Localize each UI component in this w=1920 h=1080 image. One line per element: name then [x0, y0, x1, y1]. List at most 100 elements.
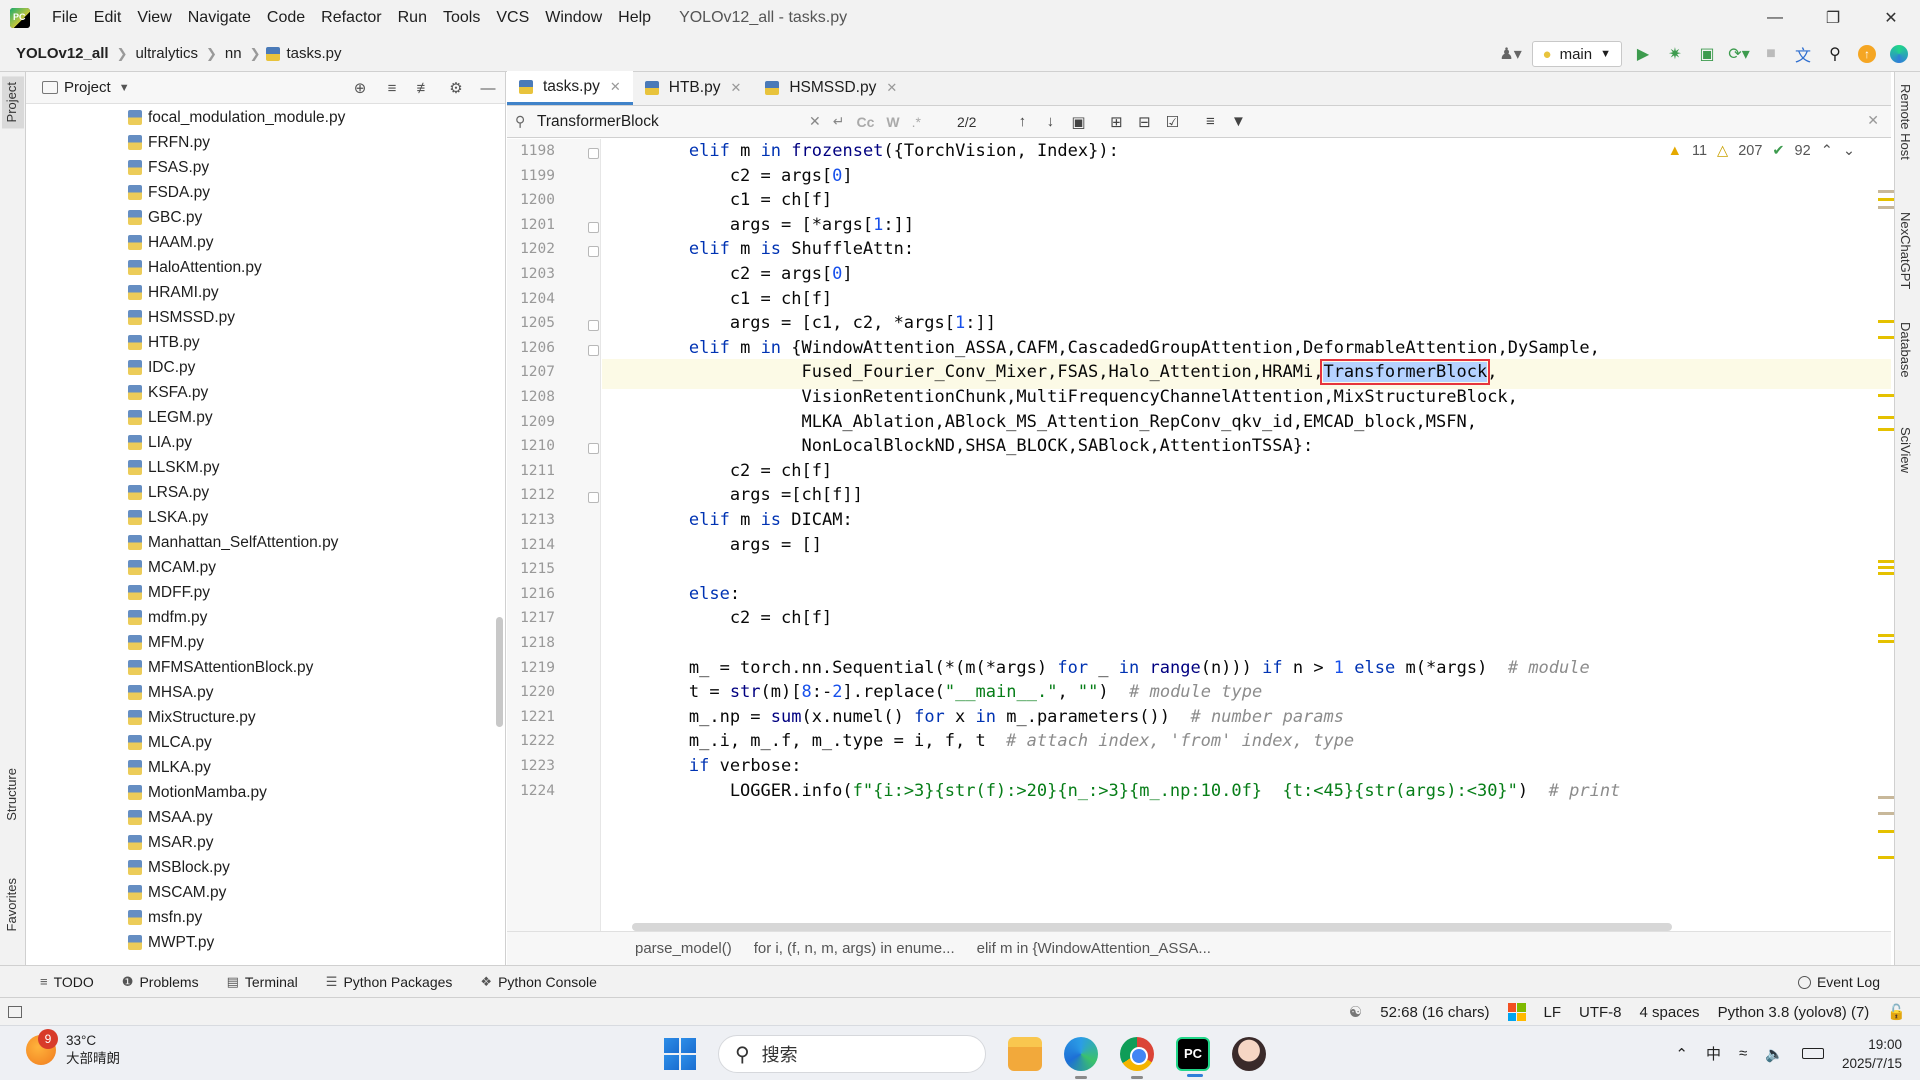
- code-line[interactable]: c2 = args[0]: [607, 166, 853, 186]
- code-line[interactable]: c2 = ch[f]: [607, 461, 832, 481]
- fold-marker-icon[interactable]: [588, 443, 599, 455]
- line-number[interactable]: 1210: [507, 438, 555, 454]
- line-number[interactable]: 1199: [507, 168, 555, 184]
- code-line[interactable]: LOGGER.info(f"{i:>3}{str(f):>20}{n_:>3}{…: [607, 781, 1620, 801]
- file-tree-item[interactable]: FSDA.py: [26, 180, 496, 205]
- file-tree-item[interactable]: MSBlock.py: [26, 855, 496, 880]
- line-number[interactable]: 1207: [507, 364, 555, 380]
- fold-marker-icon[interactable]: [588, 148, 599, 159]
- line-gutter[interactable]: 1198 1199 1200 1201 1202 1203 1204 1205 1206 1207…: [507, 139, 601, 931]
- database-tool-tab[interactable]: Database: [1898, 322, 1913, 378]
- terminal-tool-button[interactable]: ▤ Terminal: [227, 974, 298, 990]
- stripe-marker[interactable]: [1878, 830, 1894, 833]
- line-number[interactable]: 1200: [507, 192, 555, 208]
- line-number[interactable]: 1213: [507, 512, 555, 528]
- line-number[interactable]: 1208: [507, 389, 555, 405]
- stripe-marker[interactable]: [1878, 812, 1894, 815]
- file-tree-item[interactable]: MLKA.py: [26, 755, 496, 780]
- line-separator[interactable]: LF: [1544, 1004, 1562, 1021]
- menu-view[interactable]: View: [129, 0, 179, 36]
- code-line[interactable]: Fused_Fourier_Conv_Mixer,FSAS,Halo_Atten…: [607, 359, 1497, 386]
- chevron-up-icon[interactable]: ⌃: [1821, 143, 1833, 159]
- code-line[interactable]: m_ = torch.nn.Sequential(*(m(*args) for …: [607, 658, 1590, 678]
- line-number[interactable]: 1203: [507, 266, 555, 282]
- regex-toggle[interactable]: .*: [912, 114, 921, 130]
- battery-icon[interactable]: [1801, 1048, 1824, 1059]
- edge-browser-icon[interactable]: [1064, 1037, 1098, 1079]
- bug-icon[interactable]: ✷: [1664, 43, 1686, 65]
- line-number[interactable]: 1223: [507, 758, 555, 774]
- file-tree-item[interactable]: LEGM.py: [26, 405, 496, 430]
- tab-tasks-py[interactable]: tasks.py ✕: [507, 71, 633, 105]
- file-tree-item[interactable]: LLSKM.py: [26, 455, 496, 480]
- line-number[interactable]: 1211: [507, 463, 555, 479]
- fold-marker-icon[interactable]: [588, 320, 599, 332]
- chevron-down-icon[interactable]: ⌄: [1843, 143, 1855, 159]
- favorites-tool-tab[interactable]: Favorites: [2, 872, 21, 937]
- close-icon[interactable]: ✕: [610, 79, 621, 95]
- stripe-marker[interactable]: [1878, 428, 1894, 431]
- arrow-up-icon[interactable]: ↑: [1008, 113, 1036, 130]
- expand-all-icon[interactable]: ≡: [381, 77, 403, 99]
- file-tree-item[interactable]: MCAM.py: [26, 555, 496, 580]
- file-tree-item[interactable]: HAAM.py: [26, 230, 496, 255]
- people-icon[interactable]: ☯: [1349, 1003, 1362, 1021]
- file-tree-item[interactable]: KSFA.py: [26, 380, 496, 405]
- line-number[interactable]: 1217: [507, 610, 555, 626]
- code-line[interactable]: c1 = ch[f]: [607, 289, 832, 309]
- code-line[interactable]: m_.i, m_.f, m_.type = i, f, t # attach i…: [607, 731, 1354, 751]
- chrome-browser-icon[interactable]: [1120, 1037, 1154, 1079]
- file-encoding[interactable]: UTF-8: [1579, 1004, 1622, 1021]
- inspection-widget[interactable]: ▲ 11 △ 207 ✔ 92 ⌃ ⌄: [1668, 143, 1855, 159]
- menu-file[interactable]: File: [44, 0, 86, 36]
- close-window-button[interactable]: ✕: [1862, 0, 1920, 36]
- code-line[interactable]: elif m in {WindowAttention_ASSA,CAFM,Cas…: [607, 338, 1600, 358]
- fold-marker-icon[interactable]: [588, 221, 599, 233]
- stripe-marker[interactable]: [1878, 198, 1894, 201]
- error-stripe[interactable]: [1878, 140, 1894, 860]
- caret-position[interactable]: 52:68 (16 chars): [1380, 1004, 1489, 1021]
- line-number[interactable]: 1202: [507, 241, 555, 257]
- tab-htb-py[interactable]: HTB.py ✕: [633, 71, 754, 105]
- stop-icon[interactable]: ■: [1760, 43, 1782, 65]
- stripe-marker[interactable]: [1878, 560, 1894, 563]
- file-tree-item[interactable]: LSKA.py: [26, 505, 496, 530]
- fold-marker-icon[interactable]: [588, 344, 599, 356]
- file-tree-item[interactable]: MSAR.py: [26, 830, 496, 855]
- file-explorer-icon[interactable]: [1008, 1037, 1042, 1071]
- run-config-select[interactable]: ● main ▼: [1531, 41, 1622, 67]
- search-everywhere-icon[interactable]: ⚲: [1824, 43, 1846, 65]
- nexchatgpt-tool-tab[interactable]: NexChatGPT: [1898, 212, 1913, 289]
- arrow-down-icon[interactable]: ↓: [1036, 113, 1064, 130]
- line-number[interactable]: 1222: [507, 733, 555, 749]
- file-tree-item[interactable]: GBC.py: [26, 205, 496, 230]
- file-tree-item[interactable]: LIA.py: [26, 430, 496, 455]
- code-line[interactable]: t = str(m)[8:-2].replace("__main__.", ""…: [607, 682, 1262, 702]
- file-tree-item[interactable]: HTB.py: [26, 330, 496, 355]
- line-number[interactable]: 1215: [507, 561, 555, 577]
- code-line[interactable]: NonLocalBlockND,SHSA_BLOCK,SABlock,Atten…: [607, 436, 1313, 456]
- find-input[interactable]: [533, 109, 803, 134]
- fold-marker-icon[interactable]: [588, 492, 599, 504]
- menu-run[interactable]: Run: [390, 0, 435, 36]
- avatar-app-icon[interactable]: [1232, 1037, 1266, 1071]
- event-log-button[interactable]: Event Log: [1797, 966, 1880, 998]
- weather-widget[interactable]: 9 33°C 大部晴朗: [26, 1029, 120, 1068]
- chevron-up-icon[interactable]: ⌃: [1675, 1045, 1688, 1063]
- menu-refactor[interactable]: Refactor: [313, 0, 389, 36]
- breadcrumb-for-loop[interactable]: for i, (f, n, m, args) in enume...: [754, 940, 955, 957]
- locate-file-icon[interactable]: ⊕: [349, 77, 371, 99]
- line-number[interactable]: 1198: [507, 143, 555, 159]
- structure-tool-tab[interactable]: Structure: [2, 762, 21, 827]
- toggle-tool-windows-icon[interactable]: [8, 1005, 22, 1018]
- line-number[interactable]: 1221: [507, 709, 555, 725]
- wifi-icon[interactable]: ≈: [1739, 1045, 1747, 1062]
- breadcrumb-tasks-py[interactable]: tasks.py: [284, 45, 343, 62]
- remote-host-tool-tab[interactable]: Remote Host: [1898, 84, 1913, 160]
- file-tree-item[interactable]: MFMSAttentionBlock.py: [26, 655, 496, 680]
- remove-occurrence-icon[interactable]: ⊟: [1130, 113, 1158, 131]
- pycharm-app-icon[interactable]: PC: [1176, 1037, 1210, 1077]
- stripe-marker[interactable]: [1878, 640, 1894, 643]
- file-tree-item[interactable]: HSMSSD.py: [26, 305, 496, 330]
- play-icon[interactable]: ▶: [1632, 43, 1654, 65]
